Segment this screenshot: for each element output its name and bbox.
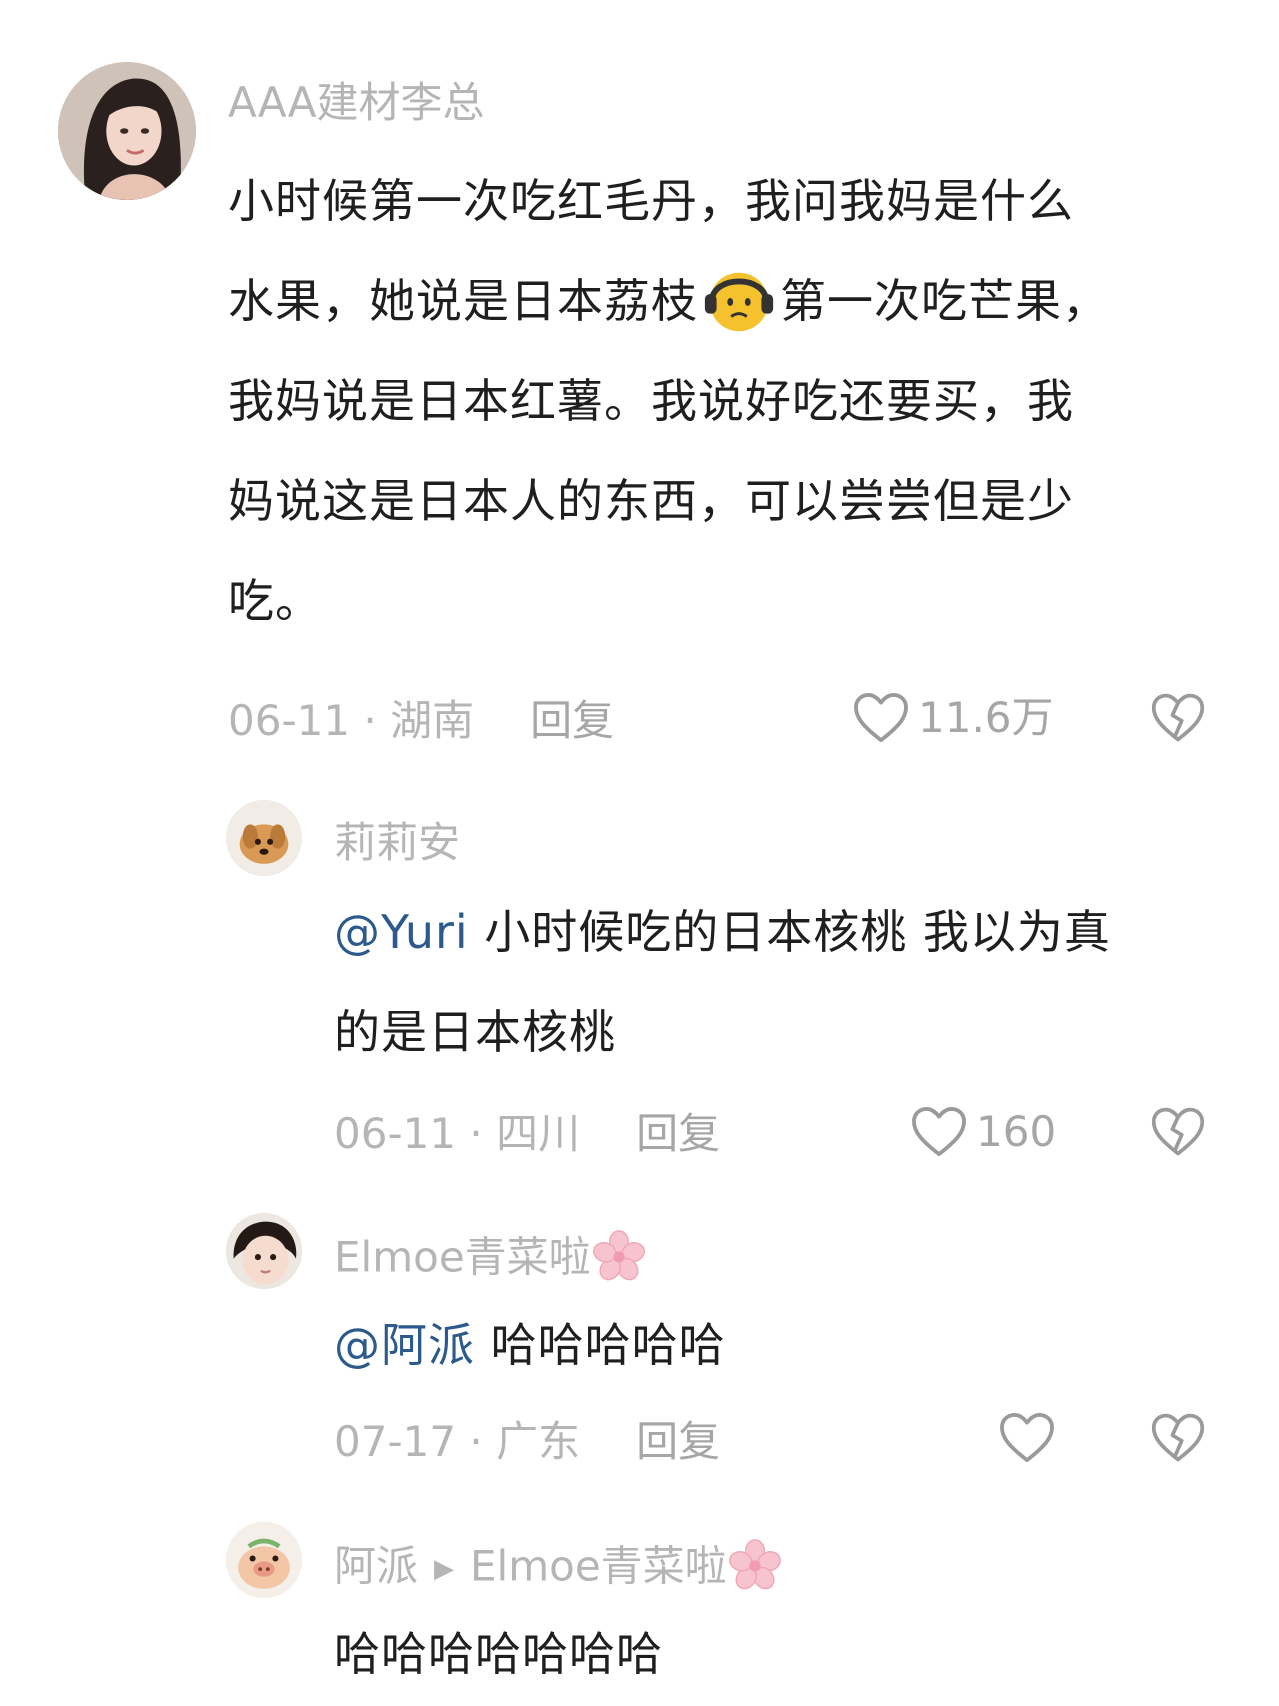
mention-link[interactable]: @Yuri <box>334 905 469 959</box>
comment-line: 的是日本核桃 <box>334 1005 616 1059</box>
date-location: 07-17 · 广东 <box>334 1417 581 1466</box>
like-count: 11.6万 <box>918 693 1054 742</box>
username[interactable]: 阿派 ▶ Elmoe青菜啦 <box>334 1539 783 1593</box>
cherry-blossom-icon <box>728 1539 781 1590</box>
comment-line-part: 哈哈哈哈哈 <box>475 1318 726 1372</box>
date-location: 06-11 · 湖南 <box>228 696 475 745</box>
username-text: 莉莉安 <box>334 818 461 867</box>
comment-thread: AAA建材李总 小时候第一次吃红毛丹，我问我妈是什么 水果，她说是日本荔枝 第一… <box>0 0 1279 1706</box>
reply-button[interactable]: 回复 <box>636 1109 720 1158</box>
username[interactable]: AAA建材李总 <box>228 82 485 124</box>
avatar[interactable] <box>226 1522 302 1598</box>
comment-line: @Yuri 小时候吃的日本核桃 我以为真 <box>334 882 1111 982</box>
comment-meta: 07-17 · 广东 回复 <box>334 1421 720 1463</box>
comment-line: 吃。 <box>228 574 322 628</box>
like-button[interactable] <box>998 1412 1064 1464</box>
comment-line: 哈哈哈哈哈哈哈 <box>334 1627 663 1681</box>
reply-to-username[interactable]: Elmoe青菜啦 <box>470 1542 727 1591</box>
mention-link[interactable]: @阿派 <box>334 1318 475 1372</box>
comment-text: 哈哈哈哈哈哈哈 <box>334 1604 663 1704</box>
comment-text: 小时候第一次吃红毛丹，我问我妈是什么 水果，她说是日本荔枝 第一次吃芒果， 我妈… <box>228 151 1109 651</box>
username[interactable]: Elmoe青菜啦 <box>334 1230 647 1284</box>
avatar[interactable] <box>226 1213 302 1289</box>
cherry-blossom-icon <box>592 1230 645 1281</box>
broken-heart-icon[interactable] <box>1150 1106 1206 1158</box>
avatar[interactable] <box>226 800 302 876</box>
like-button[interactable]: 11.6万 <box>852 692 1054 744</box>
comment-line: 妈说这是日本人的东西，可以尝尝但是少 <box>228 474 1074 528</box>
comment-line: @阿派 哈哈哈哈哈 <box>334 1295 726 1395</box>
username-text: 阿派 <box>334 1541 419 1591</box>
comment-line-part: 水果，她说是日本荔枝 <box>228 274 698 328</box>
reply-button[interactable]: 回复 <box>636 1417 720 1466</box>
reply-arrow-icon: ▶ <box>434 1554 455 1584</box>
date-location: 06-11 · 四川 <box>334 1109 581 1158</box>
heart-icon <box>854 692 908 743</box>
comment-line-part: 小时候吃的日本核桃 我以为真 <box>468 905 1111 959</box>
comment-line: 水果，她说是日本荔枝 第一次吃芒果， <box>228 251 1109 351</box>
comment-meta: 06-11 · 湖南 回复 <box>228 700 614 742</box>
comment-line: 小时候第一次吃红毛丹，我问我妈是什么 <box>228 174 1074 228</box>
comment-line: 我妈说是日本红薯。我说好吃还要买，我 <box>228 374 1074 428</box>
reply-button[interactable]: 回复 <box>530 696 614 745</box>
comment-text: @阿派 哈哈哈哈哈 <box>334 1295 726 1395</box>
heart-icon <box>912 1106 966 1157</box>
headphones-face-emoji-icon <box>704 272 774 331</box>
username-text: AAA建材李总 <box>228 78 485 127</box>
broken-heart-icon[interactable] <box>1150 1412 1206 1464</box>
comment-text: @Yuri 小时候吃的日本核桃 我以为真 的是日本核桃 <box>334 882 1111 1082</box>
username[interactable]: 莉莉安 <box>334 822 460 864</box>
broken-heart-icon[interactable] <box>1150 692 1206 744</box>
heart-icon <box>1000 1412 1054 1463</box>
username-text: Elmoe青菜啦 <box>334 1232 591 1282</box>
like-count: 160 <box>976 1107 1057 1156</box>
avatar[interactable] <box>58 62 196 200</box>
comment-line-part: 第一次吃芒果， <box>780 274 1109 328</box>
comment-meta: 06-11 · 四川 回复 <box>334 1113 720 1155</box>
like-button[interactable]: 160 <box>910 1106 1056 1158</box>
